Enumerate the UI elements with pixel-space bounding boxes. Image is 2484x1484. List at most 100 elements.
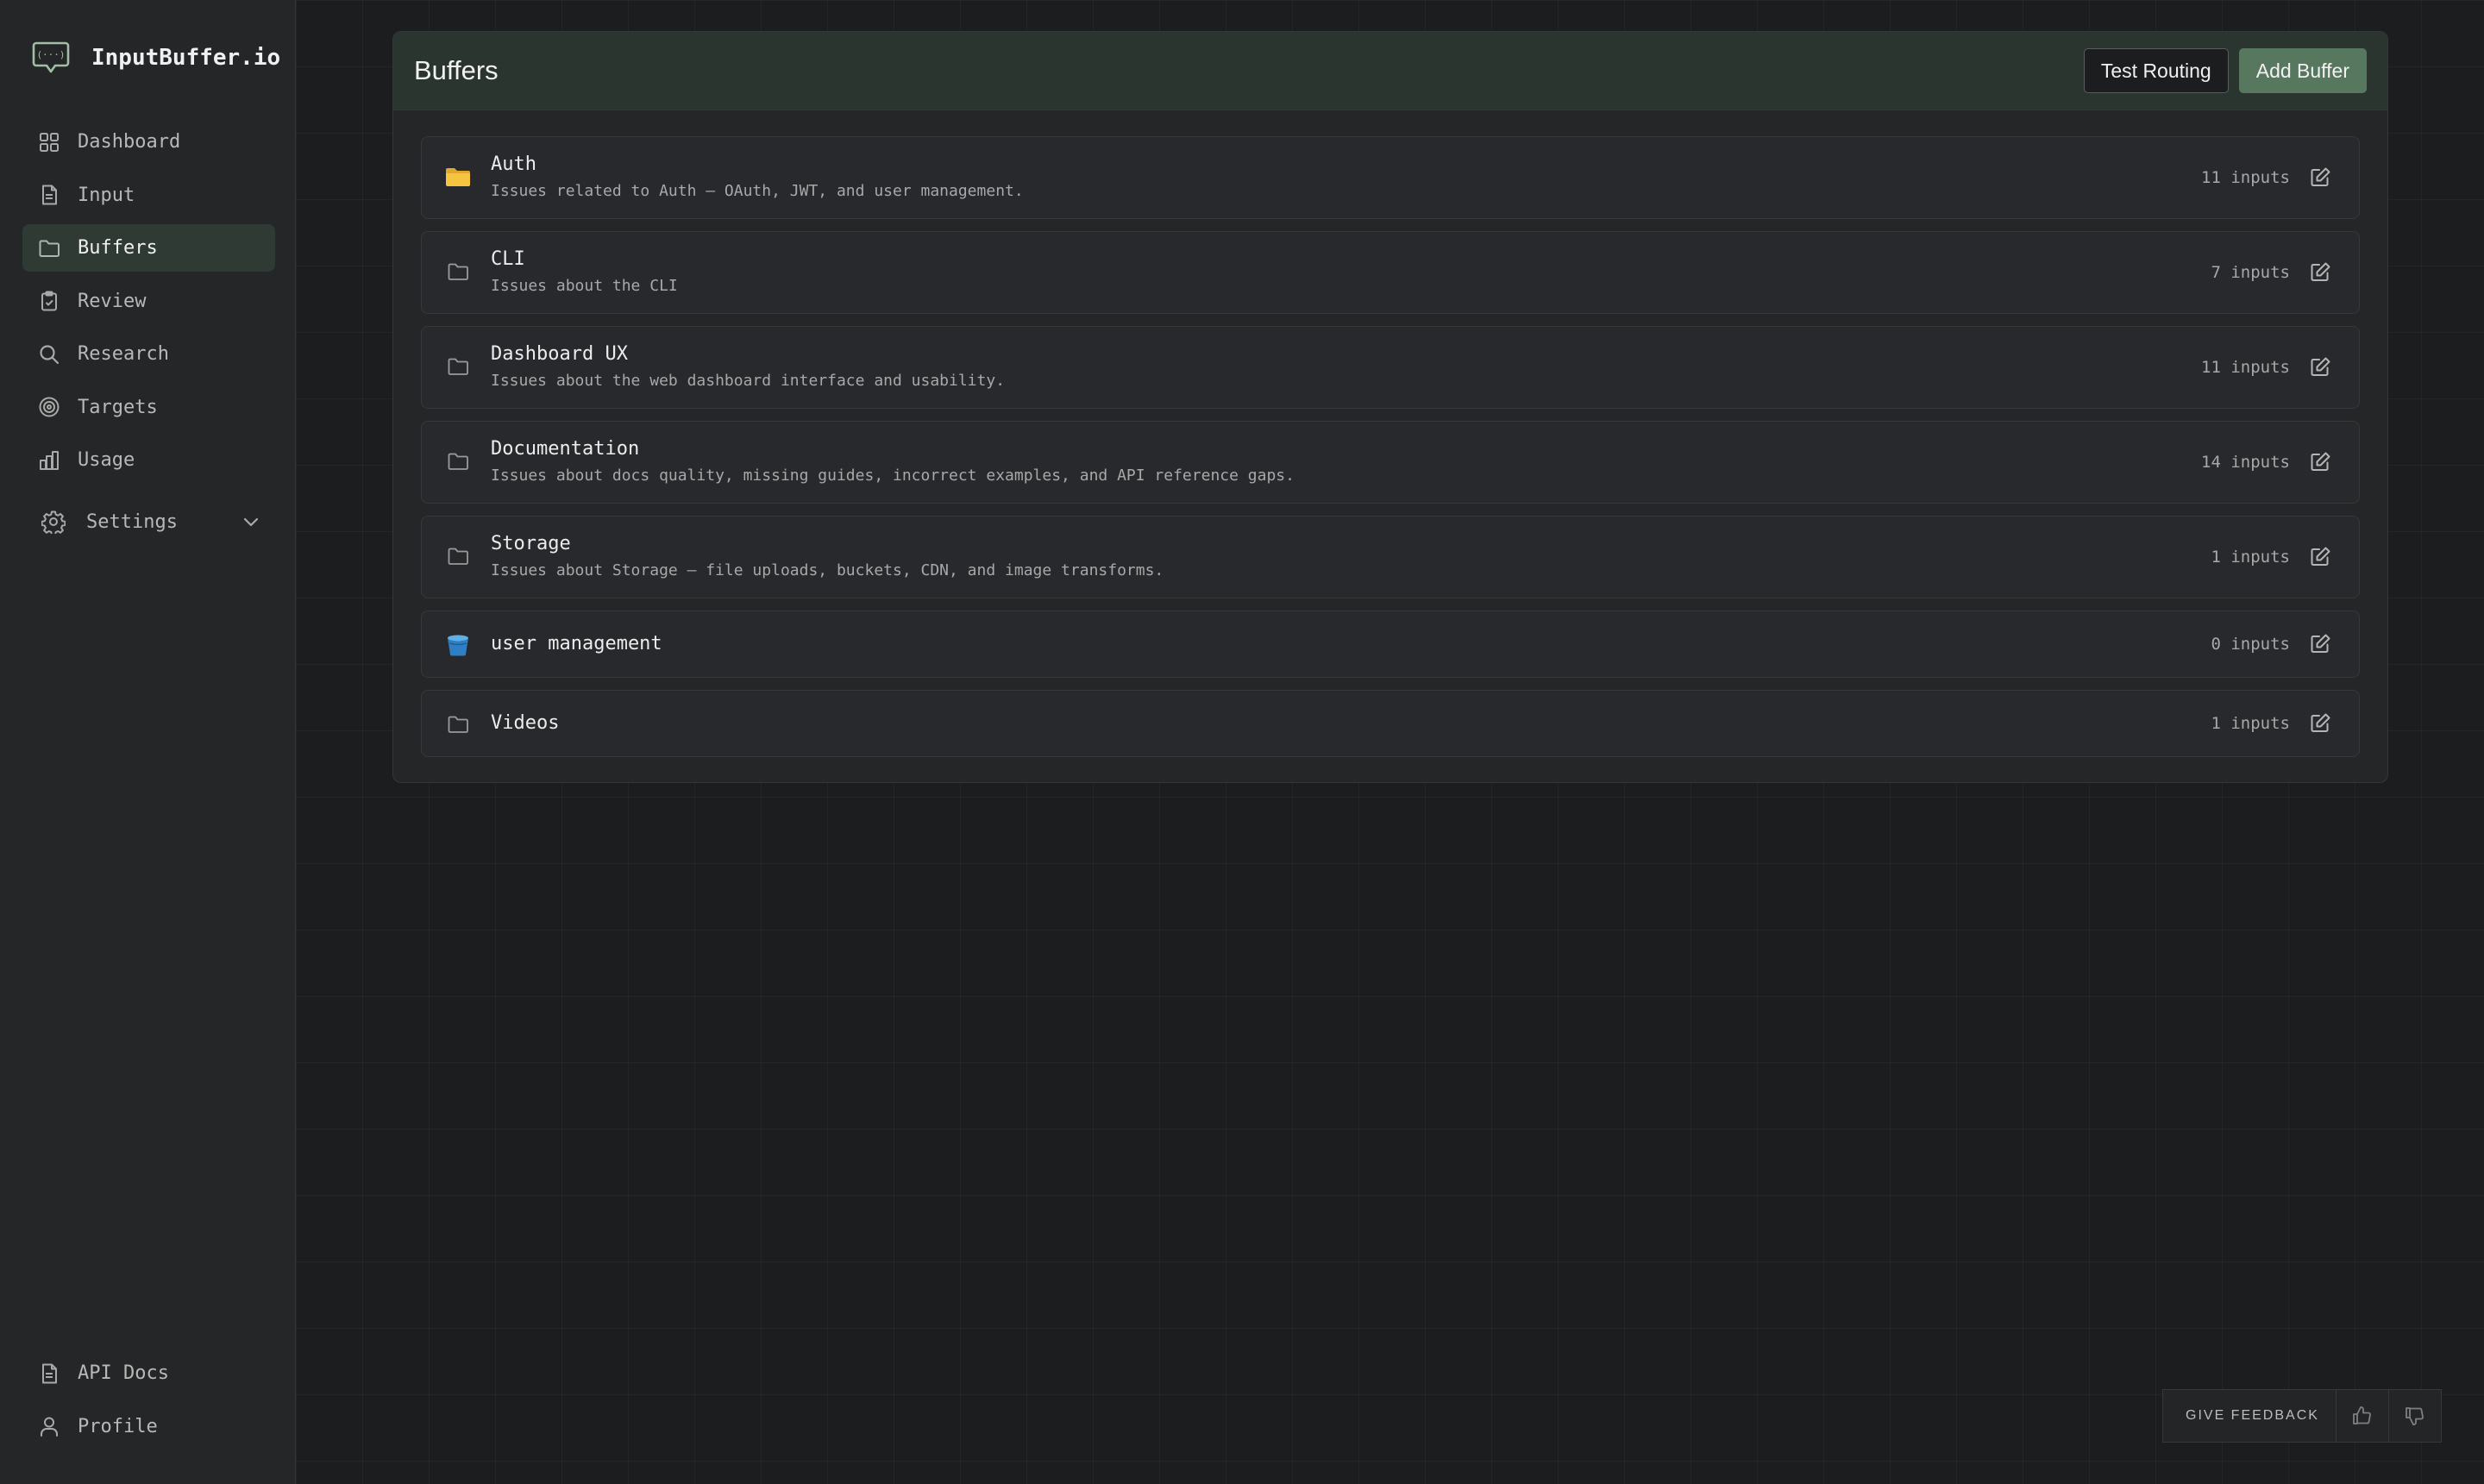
sidebar-item-review[interactable]: Review (22, 278, 275, 325)
yellow-folder-emoji-icon (444, 163, 472, 191)
buffer-name: Documentation (491, 438, 640, 460)
edit-icon[interactable] (2309, 356, 2331, 379)
header-actions: Test Routing Add Buffer (2083, 48, 2367, 93)
buffer-description: Issues about Storage — file uploads, buc… (491, 561, 1164, 579)
edit-icon[interactable] (2309, 166, 2331, 189)
thumbs-up-icon[interactable] (2336, 1390, 2388, 1442)
edit-icon[interactable] (2309, 712, 2331, 735)
target-icon (38, 396, 60, 418)
buffer-name: Storage (491, 533, 571, 554)
sidebar-item-label: Profile (78, 1415, 158, 1437)
sidebar-item-label: Targets (78, 396, 158, 418)
document-icon (38, 184, 60, 206)
clipboard-icon (38, 290, 60, 312)
edit-icon[interactable] (2309, 451, 2331, 473)
input-count: 14 inputs (2201, 453, 2290, 472)
buffer-row-user-management[interactable]: user management 0 inputs (421, 611, 2360, 678)
buffer-list: Auth Issues related to Auth — OAuth, JWT… (393, 110, 2387, 757)
bar-chart-icon (38, 449, 60, 472)
chat-bubble-logo-icon: (···) (32, 41, 70, 73)
input-count: 1 inputs (2211, 548, 2290, 567)
buffer-meta: 1 inputs (2211, 712, 2331, 735)
edit-icon[interactable] (2309, 546, 2331, 568)
buffer-meta: 14 inputs (2201, 451, 2331, 473)
buffer-description: Issues about the CLI (491, 277, 678, 295)
sidebar-item-usage[interactable]: Usage (22, 436, 275, 484)
document-icon (38, 1362, 60, 1385)
user-icon (38, 1415, 60, 1437)
buffer-row-videos[interactable]: Videos 1 inputs (421, 690, 2360, 757)
buffer-text: Videos (491, 711, 559, 736)
search-icon (38, 343, 60, 366)
buffer-meta: 1 inputs (2211, 546, 2331, 568)
add-buffer-button[interactable]: Add Buffer (2238, 48, 2367, 93)
buffer-description: Issues about docs quality, missing guide… (491, 466, 1295, 485)
sidebar-nav: Dashboard Input Buffers Review Research … (22, 118, 275, 490)
buffer-text: Auth Issues related to Auth — OAuth, JWT… (491, 153, 1024, 202)
folder-icon (38, 237, 60, 260)
buffer-name: CLI (491, 248, 525, 270)
buffer-name: Videos (491, 712, 560, 734)
sidebar-item-label: Settings (86, 510, 178, 533)
feedback-label: GIVE FEEDBACK (2186, 1408, 2319, 1423)
edit-icon[interactable] (2309, 261, 2331, 284)
chevron-down-icon[interactable] (241, 511, 261, 532)
brand-name: InputBuffer.io (91, 45, 281, 71)
buffer-row-documentation[interactable]: Documentation Issues about docs quality,… (421, 421, 2360, 504)
sidebar: (···) InputBuffer.io Dashboard Input Buf… (0, 0, 296, 1484)
buffer-text: Dashboard UX Issues about the web dashbo… (491, 342, 1005, 391)
bucket-emoji-icon (444, 631, 472, 659)
buffer-name: Auth (491, 153, 536, 175)
sidebar-bottom-nav: API Docs Profile (22, 1349, 275, 1456)
buffer-text: CLI Issues about the CLI (491, 247, 678, 297)
buffer-text: user management (491, 632, 662, 656)
grid-icon (38, 131, 60, 153)
input-count: 7 inputs (2211, 263, 2290, 282)
folder-icon (444, 353, 472, 380)
folder-icon (444, 258, 472, 285)
buffer-description: Issues related to Auth — OAuth, JWT, and… (491, 182, 1024, 200)
page-title: Buffers (414, 55, 499, 85)
buffer-description: Issues about the web dashboard interface… (491, 372, 1006, 390)
buffer-name: Dashboard UX (491, 343, 628, 365)
buffer-meta: 0 inputs (2211, 633, 2331, 655)
sidebar-item-label: Review (78, 290, 147, 312)
buffers-panel: Buffers Test Routing Add Buffer Auth Iss… (392, 31, 2388, 783)
brand[interactable]: (···) InputBuffer.io (31, 38, 280, 78)
sidebar-item-targets[interactable]: Targets (22, 384, 275, 431)
feedback-widget: GIVE FEEDBACK (2162, 1389, 2442, 1443)
buffer-meta: 11 inputs (2201, 166, 2331, 189)
main-content: Buffers Test Routing Add Buffer Auth Iss… (296, 0, 2484, 1484)
buffer-meta: 11 inputs (2201, 356, 2331, 379)
input-count: 11 inputs (2201, 168, 2290, 187)
sidebar-item-api-docs[interactable]: API Docs (22, 1349, 275, 1397)
sidebar-item-settings[interactable]: Settings (34, 500, 261, 543)
gear-icon (41, 510, 66, 534)
app-root: (···) InputBuffer.io Dashboard Input Buf… (0, 0, 2484, 1484)
svg-text:(···): (···) (36, 49, 65, 60)
sidebar-item-input[interactable]: Input (22, 172, 275, 219)
test-routing-button[interactable]: Test Routing (2083, 48, 2229, 93)
sidebar-item-profile[interactable]: Profile (22, 1403, 275, 1450)
sidebar-item-dashboard[interactable]: Dashboard (22, 118, 275, 166)
buffer-text: Storage Issues about Storage — file uplo… (491, 532, 1164, 581)
buffer-row-storage[interactable]: Storage Issues about Storage — file uplo… (421, 516, 2360, 598)
sidebar-item-label: Usage (78, 449, 135, 471)
input-count: 0 inputs (2211, 635, 2290, 654)
sidebar-item-research[interactable]: Research (22, 330, 275, 378)
buffer-row-auth[interactable]: Auth Issues related to Auth — OAuth, JWT… (421, 136, 2360, 219)
thumbs-down-icon[interactable] (2388, 1390, 2441, 1442)
sidebar-item-buffers[interactable]: Buffers (22, 224, 275, 272)
input-count: 11 inputs (2201, 358, 2290, 377)
sidebar-item-label: Input (78, 184, 135, 206)
folder-icon (444, 711, 472, 738)
folder-icon (444, 542, 472, 570)
buffer-meta: 7 inputs (2211, 261, 2331, 284)
buffer-row-cli[interactable]: CLI Issues about the CLI 7 inputs (421, 231, 2360, 314)
buffer-name: user management (491, 633, 662, 654)
buffer-text: Documentation Issues about docs quality,… (491, 437, 1295, 486)
sidebar-item-label: Research (78, 343, 169, 365)
sidebar-item-label: Dashboard (78, 131, 181, 153)
buffer-row-dashboard-ux[interactable]: Dashboard UX Issues about the web dashbo… (421, 326, 2360, 409)
edit-icon[interactable] (2309, 633, 2331, 655)
